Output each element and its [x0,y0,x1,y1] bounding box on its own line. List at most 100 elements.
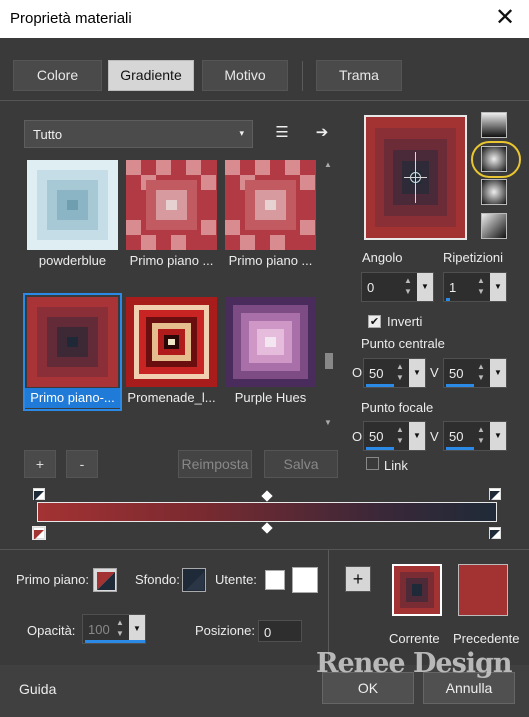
center-v-label: V [430,365,439,380]
gradient-preview [225,160,316,250]
gradient-preview [126,160,217,250]
chevron-down-icon[interactable]: ▼ [490,359,506,387]
category-dropdown[interactable]: Tutto ▾ [24,120,253,148]
value-bar [366,447,394,450]
list-view-icon[interactable]: ☰ [271,122,293,144]
arrow-right-icon[interactable]: ➔ [311,122,333,144]
bottom-midpoint-handle[interactable] [261,522,273,534]
style-sunburst-button[interactable] [481,179,507,205]
spin-arrows-icon[interactable]: ▲ ▼ [474,361,488,385]
gradient-thumb[interactable]: Promenade_l... [124,295,219,409]
tab-colore[interactable]: Colore [13,60,102,91]
center-v-value: 50 [449,366,464,381]
value-bar [446,298,450,301]
user-label: Utente: [215,572,257,587]
chevron-down-icon[interactable]: ▼ [129,615,145,643]
chevron-down-icon[interactable]: ▼ [409,359,425,387]
user-swatch-large[interactable] [292,567,318,593]
gradient-preview-image [366,117,465,238]
gradient-label: Promenade_l... [127,390,216,405]
bottom-right-stop-handle[interactable] [489,527,501,540]
gradient-editor-bar[interactable] [37,502,497,522]
background-label: Sfondo: [135,572,180,587]
top-left-stop-handle[interactable] [33,488,45,501]
style-rectangular-button[interactable] [481,146,507,172]
chevron-down-icon[interactable]: ▼ [490,422,506,450]
help-link[interactable]: Guida [19,681,56,697]
opacity-value: 100 [88,622,110,637]
center-o-value: 50 [369,366,384,381]
gradient-label: Primo piano-... [25,388,120,408]
link-checkbox[interactable] [366,457,379,470]
title-bar: Proprietà materiali ✕ [0,0,529,38]
tab-motivo[interactable]: Motivo [202,60,288,91]
gradient-thumb[interactable]: Primo piano ... [124,158,219,272]
chevron-down-icon[interactable]: ▼ [409,422,425,450]
value-bar [85,640,145,643]
tab-separator [302,61,303,91]
focal-o-label: O [352,429,363,444]
gradient-label: Primo piano ... [129,253,214,268]
angle-spinner[interactable]: 0 ▲ ▼ ▼ [361,272,434,302]
gradient-preview [225,297,316,387]
gradient-list-scrollbar[interactable]: ▲ ▼ [322,158,336,430]
spin-arrows-icon[interactable]: ▲ ▼ [393,424,407,448]
bottom-left-stop-handle[interactable] [32,526,46,540]
position-input[interactable]: 0 [258,620,302,642]
color-stop-icon [490,491,500,501]
gradient-thumb-selected[interactable]: Primo piano-... [23,293,122,411]
watermark-logo: Renee Design [316,648,513,679]
user-swatch-small[interactable] [265,570,285,590]
remove-gradient-button[interactable]: - [66,450,98,478]
gradient-label: Purple Hues [234,390,307,405]
value-bar [446,447,474,450]
gradient-thumb[interactable]: powderblue [25,158,120,272]
foreground-swatch[interactable] [93,568,117,592]
center-v-spinner[interactable]: 50 ▲ ▼ ▼ [443,358,507,388]
spin-arrows-icon[interactable]: ▲ ▼ [474,275,488,299]
spin-arrows-icon[interactable]: ▲ ▼ [401,275,415,299]
spin-arrows-icon[interactable]: ▲ ▼ [113,617,127,641]
tab-gradiente[interactable]: Gradiente [108,60,194,91]
style-radial-button[interactable] [481,213,507,239]
tab-trama[interactable]: Trama [316,60,402,91]
scroll-up-icon[interactable]: ▲ [324,160,332,169]
gradient-preview [27,160,118,250]
focal-v-spinner[interactable]: 50 ▲ ▼ ▼ [443,421,507,451]
focal-o-value: 50 [369,429,384,444]
chevron-down-icon: ▾ [239,128,244,138]
gradient-preview-large[interactable] [364,115,467,240]
repeat-value: 1 [449,280,457,295]
chevron-down-icon[interactable]: ▼ [490,273,506,301]
invert-checkbox[interactable]: ✔ [368,315,381,328]
save-button[interactable]: Salva [264,450,338,478]
gradient-preview [126,297,217,387]
gradient-thumb[interactable]: Purple Hues [223,295,318,409]
top-right-stop-handle[interactable] [489,488,501,501]
color-stop-icon [34,530,44,540]
background-swatch[interactable] [182,568,206,592]
add-gradient-button[interactable]: + [24,450,56,478]
repeat-spinner[interactable]: 1 ▲ ▼ ▼ [443,272,507,302]
spin-arrows-icon[interactable]: ▲ ▼ [474,424,488,448]
link-label: Link [384,458,408,473]
gradient-thumb[interactable]: Primo piano ... [223,158,318,272]
invert-label: Inverti [387,314,423,329]
reset-button[interactable]: Reimposta [178,450,252,478]
center-o-spinner[interactable]: 50 ▲ ▼ ▼ [363,358,426,388]
spin-arrows-icon[interactable]: ▲ ▼ [393,361,407,385]
focal-v-label: V [430,429,439,444]
chevron-down-icon[interactable]: ▼ [417,273,433,301]
current-swatch[interactable] [392,564,442,616]
opacity-spinner[interactable]: 100 ▲ ▼ ▼ [82,614,146,644]
position-label: Posizione: [195,623,255,638]
scroll-down-icon[interactable]: ▼ [324,418,332,427]
close-icon[interactable]: ✕ [491,4,519,32]
style-linear-button[interactable] [481,112,507,138]
focal-o-spinner[interactable]: 50 ▲ ▼ ▼ [363,421,426,451]
scroll-thumb[interactable] [325,353,333,369]
category-value: Tutto [33,127,63,142]
previous-swatch[interactable] [458,564,508,616]
add-swatch-button[interactable]: + [345,566,371,592]
top-midpoint-handle[interactable] [261,490,273,502]
